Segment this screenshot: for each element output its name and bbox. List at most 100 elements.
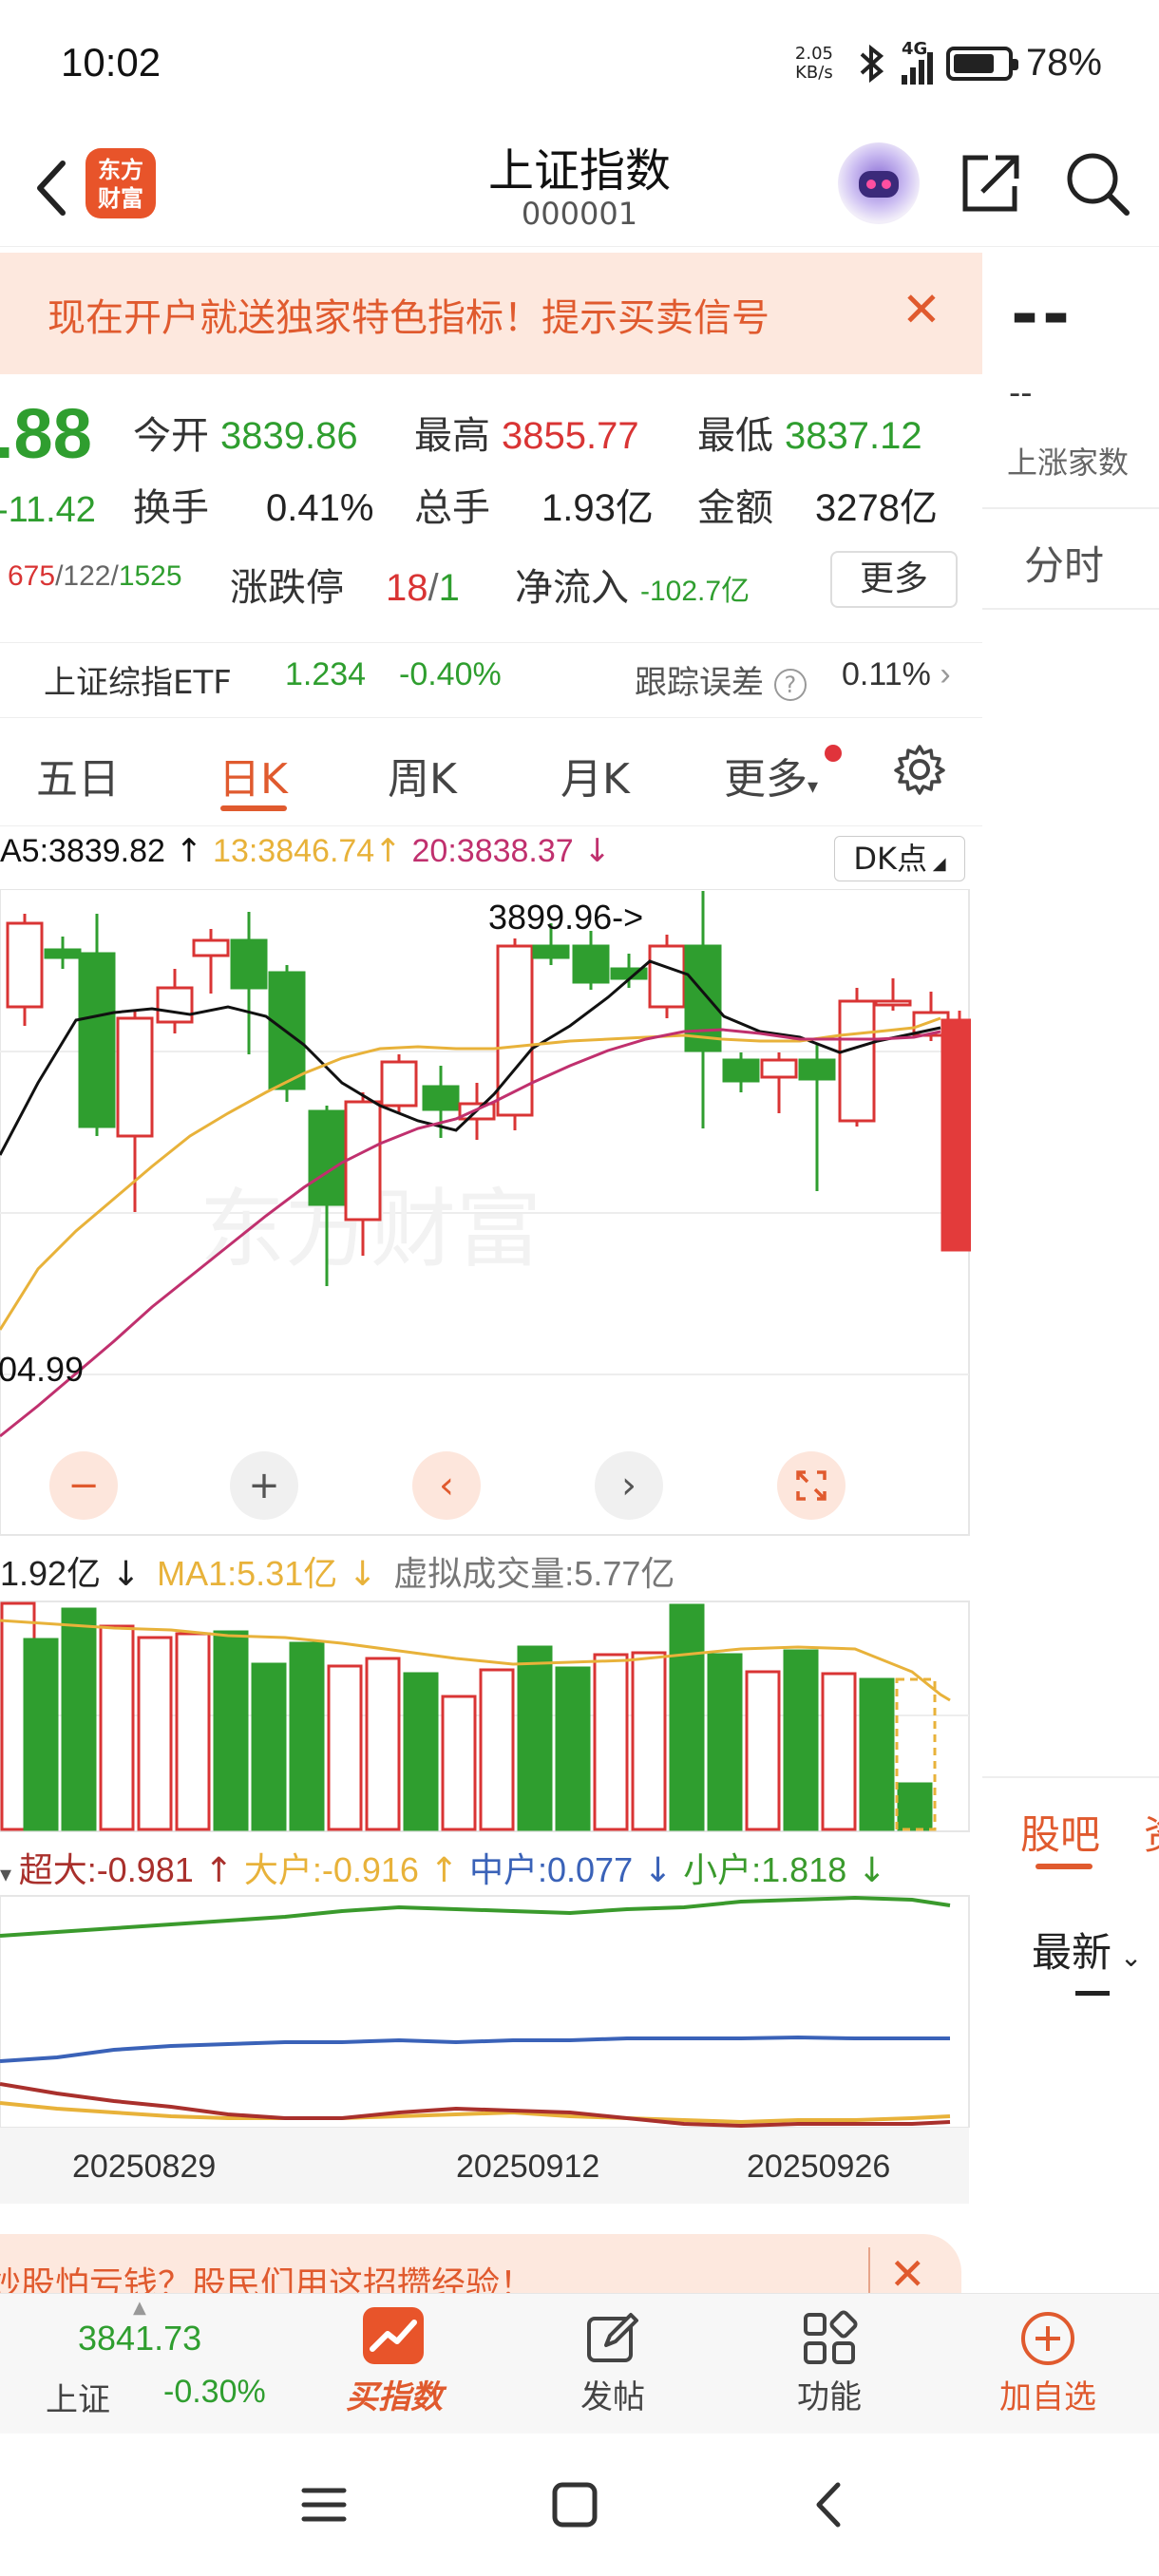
period-tabs: 五日 日K 周K 月K 更多▾: [0, 722, 982, 826]
candle: [78, 952, 116, 1128]
nav-buy-index[interactable]: 买指数: [323, 2294, 466, 2434]
candle: [380, 1060, 418, 1108]
amount-value: 3278亿: [815, 487, 938, 529]
candle: [532, 944, 570, 959]
tracking-error-value: 0.11% ›: [842, 656, 951, 692]
candle: [940, 1018, 971, 1252]
scroll-left-button[interactable]: ‹: [412, 1451, 481, 1520]
nav-post[interactable]: 发帖: [542, 2294, 684, 2434]
candle: [192, 938, 230, 957]
back-button[interactable]: [23, 150, 80, 226]
price-change: -11.42: [0, 490, 96, 530]
tab-five-day[interactable]: 五日: [36, 745, 120, 805]
edit-icon: [587, 2313, 638, 2362]
volume-bar: [631, 1651, 667, 1831]
candle: [572, 944, 610, 984]
volume-bar: [403, 1672, 439, 1831]
volume-bar: [441, 1695, 477, 1831]
volume-bar: [745, 1670, 781, 1831]
nav-add-watchlist[interactable]: 加自选: [977, 2294, 1119, 2434]
candle: [874, 999, 912, 1007]
volume-bar: [251, 1662, 287, 1831]
open-label: 今开: [133, 414, 209, 458]
chevron-right-icon: ›: [930, 656, 951, 692]
gear-icon[interactable]: [891, 741, 948, 798]
promo-banner[interactable]: 现在开户就送独家特色指标！提示买卖信号 ✕: [0, 253, 982, 374]
help-icon[interactable]: ?: [773, 668, 807, 701]
volume-bar: [99, 1624, 135, 1831]
tab-daily-k[interactable]: 日K: [218, 745, 288, 805]
candle: [6, 921, 44, 1009]
tab-fenshi[interactable]: 分时: [1024, 534, 1104, 592]
candle: [344, 1100, 382, 1222]
trend-chart-icon: [363, 2307, 424, 2364]
volume-bar: [783, 1649, 819, 1831]
back-nav-icon[interactable]: [804, 2479, 855, 2530]
zoom-in-button[interactable]: +: [230, 1451, 298, 1520]
limit-down-count: 1: [438, 567, 460, 609]
tab-more[interactable]: 更多▾: [724, 745, 818, 805]
home-icon[interactable]: [549, 2479, 600, 2530]
x-axis: 20250829 20250912 20250926: [0, 2128, 969, 2204]
high-value: 3855.77: [502, 415, 639, 457]
quote-block: .88 -11.42 今开 3839.86 最高 3855.77 最低 3837…: [0, 374, 982, 612]
volume-bar: [175, 1632, 211, 1831]
candle: [230, 938, 268, 990]
dk-point-button[interactable]: DK点 ◢: [834, 836, 965, 881]
status-time: 10:02: [61, 40, 162, 85]
volume-bar: [289, 1641, 325, 1831]
low-label: 最低: [697, 414, 773, 458]
advance-decline-count: 675/122/1525: [8, 560, 182, 592]
flow-large: 大户:-0.916: [243, 1850, 419, 1889]
candle: [648, 944, 686, 1009]
promo-close-button[interactable]: ✕: [893, 283, 950, 340]
volume-bar: [707, 1653, 743, 1831]
candle: [798, 1058, 836, 1081]
x-axis-label: 20250829: [72, 2149, 217, 2185]
zoom-out-button[interactable]: −: [49, 1451, 118, 1520]
tab-weekly-k[interactable]: 周K: [388, 745, 457, 805]
share-button[interactable]: [958, 148, 1024, 218]
etf-price: 1.234: [285, 656, 367, 692]
fullscreen-button[interactable]: [777, 1451, 846, 1520]
volume-bar: [669, 1603, 705, 1831]
right-panel: -- -- 上涨家数 分时 股吧 资 最新 ⌄: [982, 253, 1159, 2323]
app-logo[interactable]: 东方 财富: [86, 148, 156, 218]
tab-monthly-k[interactable]: 月K: [560, 745, 630, 805]
volume-bar: [365, 1657, 401, 1831]
nav-functions[interactable]: 功能: [758, 2294, 901, 2434]
notification-dot: [825, 745, 842, 762]
search-button[interactable]: [1062, 148, 1132, 218]
index-ticker[interactable]: ▲ 3841.73 上证 -0.30%: [0, 2294, 304, 2434]
candle: [44, 948, 82, 959]
volume-bar: [593, 1653, 629, 1831]
volume-bar: [821, 1672, 857, 1831]
candle: [838, 999, 876, 1123]
advance-value: --: [1011, 275, 1074, 353]
x-axis-label: 20250912: [456, 2149, 600, 2185]
volume-bar: [213, 1630, 249, 1831]
ai-assistant-avatar[interactable]: [838, 142, 920, 224]
caret-down-icon: ▾: [808, 775, 819, 799]
etf-row[interactable]: 上证综指ETF 1.234 -0.40% 跟踪误差 ? 0.11% ›: [0, 642, 982, 718]
caret-down-icon: ▾: [0, 1861, 19, 1887]
volume-value: 1.93亿: [542, 487, 654, 529]
tracking-error-label: 跟踪误差 ?: [635, 656, 807, 703]
flow-small: 小户:1.818: [683, 1850, 847, 1889]
scroll-right-button[interactable]: ›: [595, 1451, 663, 1520]
etf-change: -0.40%: [399, 656, 502, 692]
low-annotation: 04.99: [0, 1350, 84, 1389]
high-label: 最高: [414, 414, 490, 458]
more-quote-button[interactable]: 更多: [830, 551, 958, 608]
tab-guba[interactable]: 股吧: [1020, 1803, 1100, 1861]
sort-latest-dropdown[interactable]: 最新 ⌄: [1032, 1921, 1142, 1979]
turnover-label: 换手: [133, 486, 209, 530]
menu-icon[interactable]: [298, 2481, 350, 2529]
x-axis-label: 20250926: [747, 2149, 891, 2185]
virtual-volume: 虚拟成交量:5.77亿: [393, 1554, 675, 1593]
index-ticker-name: 上证: [46, 2381, 110, 2419]
limit-up-count: 18: [386, 567, 428, 609]
chart-controls: − + ‹ ›: [0, 1451, 969, 1537]
tab-next[interactable]: 资: [1144, 1803, 1159, 1861]
volume-bar: [137, 1636, 173, 1831]
